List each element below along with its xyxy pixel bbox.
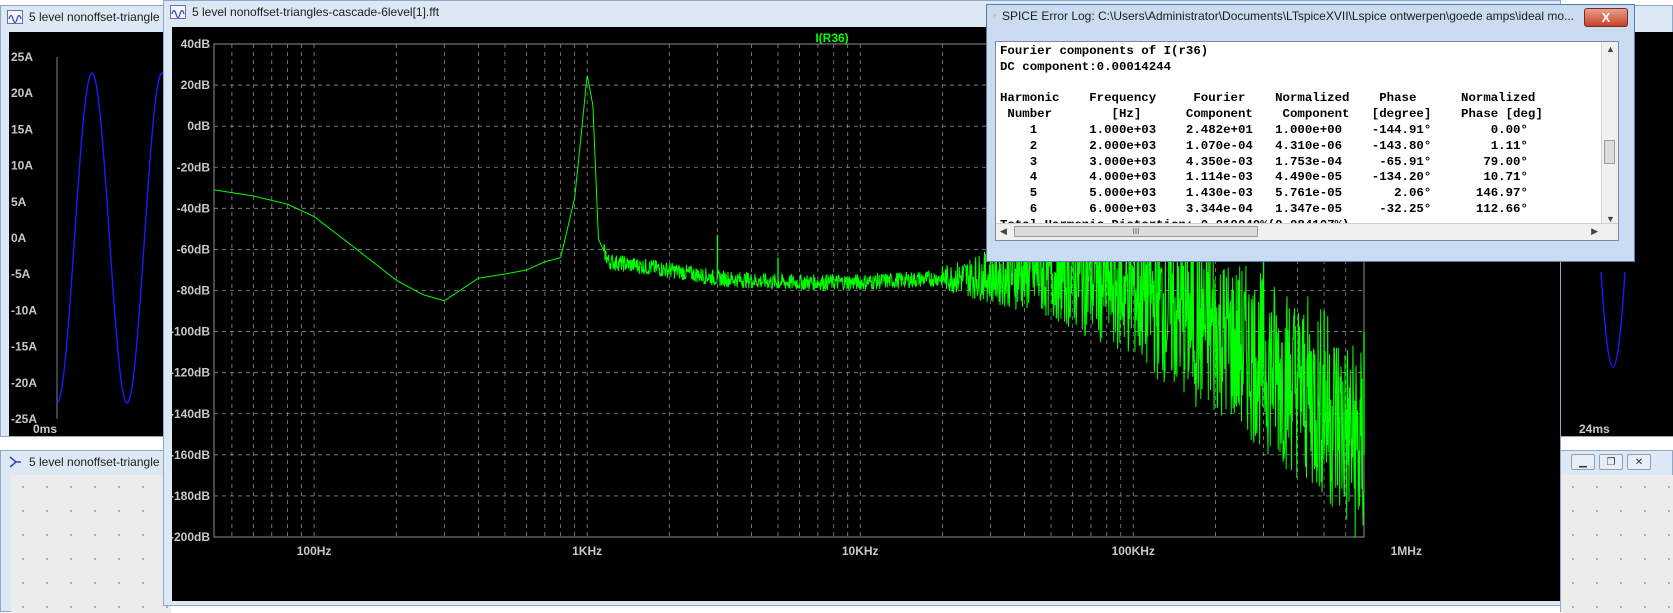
table-row: 5 5.000e+03 1.430e-03 5.761e-05 2.06° 14… <box>1000 186 1528 201</box>
left-waveform-window[interactable]: 5 level nonoffset-triangle 25A 20A 15A 10A 5… <box>0 5 172 437</box>
schematic-window[interactable]: 5 level nonoffset-triangle <box>0 450 171 613</box>
right-sine-trace <box>1600 271 1626 368</box>
scroll-right-icon[interactable]: ▶ <box>1591 226 1598 237</box>
fft-y-tick-labels: 40dB 20dB 0dB -20dB -40dB -60dB -80dB -100dB -12… <box>170 37 211 544</box>
fft-x-tick-label: 10KHz <box>842 544 879 558</box>
fft-y-tick-label: -120dB <box>172 366 210 380</box>
fft-x-tick-label: 100Hz <box>297 544 332 558</box>
fft-y-tick-label: -40dB <box>177 201 211 215</box>
error-log-text-area[interactable]: Fourier components of I(r36) DC componen… <box>995 41 1619 241</box>
waveform-app-icon <box>170 5 186 19</box>
horizontal-scrollbar[interactable]: ◀ III ▶ <box>996 223 1618 240</box>
table-header-2: Number [Hz] Component Component [degree]… <box>1000 107 1543 122</box>
fft-y-tick-label: -100dB <box>172 325 210 339</box>
left-y-tick-label: -5A <box>11 267 31 281</box>
left-y-tick-label: 10A <box>11 159 33 173</box>
table-row: 6 6.000e+03 3.344e-04 1.347e-05 -32.25° … <box>1000 201 1528 216</box>
fft-y-tick-label: 20dB <box>181 78 211 92</box>
schematic-canvas[interactable] <box>11 475 171 613</box>
left-y-tick-label: 5A <box>11 195 27 209</box>
left-waveform-plot[interactable]: 25A 20A 15A 10A 5A 0A -5A -10A -15A -20A -25A 0ms <box>9 32 172 436</box>
scroll-up-icon[interactable]: ▲ <box>1606 44 1615 54</box>
spice-error-log-window[interactable]: SPICE Error Log: C:\Users\Administrator\… <box>986 4 1635 262</box>
left-y-tick-label: -20A <box>11 376 37 390</box>
left-y-tick-label: 20A <box>11 86 33 100</box>
fft-x-tick-label: 1KHz <box>572 544 602 558</box>
fft-window-title: 5 level nonoffset-triangles-cascade-6lev… <box>192 5 440 19</box>
table-row: 3 3.000e+03 4.350e-03 1.753e-04 -65.91° … <box>1000 154 1528 169</box>
dc-component: DC component:0.00014244 <box>1000 59 1172 74</box>
restore-button[interactable]: ❐ <box>1599 454 1623 470</box>
minimize-button[interactable]: ▁ <box>1571 454 1595 470</box>
scroll-left-icon[interactable]: ◀ <box>1000 226 1007 237</box>
error-log-titlebar[interactable]: SPICE Error Log: C:\Users\Administrator\… <box>987 5 1574 27</box>
left-x-label: 0ms <box>33 422 57 436</box>
right-schematic-window[interactable]: ▁ ❐ ✕ <box>1560 450 1673 613</box>
fft-y-tick-label: -80dB <box>177 284 211 298</box>
trace-label-i-r36[interactable]: I(R36) <box>815 31 848 45</box>
fft-y-tick-label: -20dB <box>177 160 211 174</box>
schematic-app-icon <box>9 456 21 468</box>
left-waveform-svg: 25A20A15A10A5A0A-5A-10A-15A-20A-25A 0ms <box>11 50 172 436</box>
left-window-title: 5 level nonoffset-triangle <box>29 10 160 24</box>
right-schematic-canvas[interactable] <box>1561 475 1673 613</box>
fft-y-tick-label: -140dB <box>172 407 210 421</box>
left-window-titlebar[interactable]: 5 level nonoffset-triangle <box>1 6 169 28</box>
fft-y-tick-label: 40dB <box>181 37 211 51</box>
table-header-1: Harmonic Frequency Fourier Normalized Ph… <box>1000 91 1536 106</box>
fft-x-tick-labels: 100Hz 1KHz 10KHz 100KHz 1MHz <box>297 544 1422 558</box>
left-y-tick-label: 15A <box>11 122 33 136</box>
left-y-tick-labels: 25A20A15A10A5A0A-5A-10A-15A-20A-25A <box>11 50 37 426</box>
spice-app-icon <box>993 14 996 18</box>
vertical-scrollbar[interactable]: ▲ ▼ <box>1601 42 1618 226</box>
fft-y-tick-label: 0dB <box>187 119 210 133</box>
table-row: 1 1.000e+03 2.482e+01 1.000e+00 -144.91°… <box>1000 122 1528 137</box>
left-y-tick-label: -10A <box>11 303 37 317</box>
horizontal-scroll-thumb[interactable]: III <box>1014 226 1258 237</box>
vertical-scroll-thumb[interactable] <box>1604 140 1615 164</box>
close-button[interactable]: ✕ <box>1627 454 1651 470</box>
fft-y-tick-label: -200dB <box>172 530 210 544</box>
waveform-app-icon <box>7 10 23 24</box>
fft-y-tick-label: -160dB <box>172 448 210 462</box>
schematic-window-title: 5 level nonoffset-triangle <box>29 455 160 469</box>
table-row: 2 2.000e+03 1.070e-04 4.310e-06 -143.80°… <box>1000 138 1528 153</box>
fft-x-tick-label: 100KHz <box>1112 544 1155 558</box>
fourier-heading: Fourier components of I(r36) <box>1000 44 1209 58</box>
left-y-tick-label: 0A <box>11 231 27 245</box>
right-x-label: 24ms <box>1579 422 1610 436</box>
left-sine-trace <box>56 72 172 404</box>
schematic-window-titlebar[interactable]: 5 level nonoffset-triangle <box>1 451 169 473</box>
table-row: 4 4.000e+03 1.114e-03 4.490e-05 -134.20°… <box>1000 170 1528 185</box>
error-log-content: Fourier components of I(r36) DC componen… <box>1000 44 1543 234</box>
error-log-title: SPICE Error Log: C:\Users\Administrator\… <box>1001 9 1574 23</box>
left-y-tick-label: -15A <box>11 340 37 354</box>
fft-y-tick-label: -60dB <box>177 242 211 256</box>
error-log-close-button[interactable]: X <box>1584 8 1628 27</box>
fft-x-tick-label: 1MHz <box>1391 544 1422 558</box>
left-y-tick-label: 25A <box>11 50 33 64</box>
fft-y-tick-label: -180dB <box>172 489 210 503</box>
